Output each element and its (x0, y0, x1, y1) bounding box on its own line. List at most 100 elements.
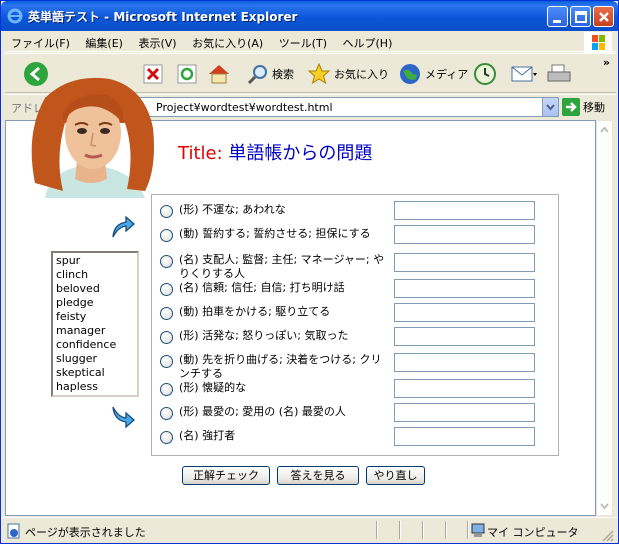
answer-input[interactable] (394, 253, 535, 272)
avatar (31, 77, 155, 198)
answer-input[interactable] (394, 427, 535, 446)
answer-input[interactable] (394, 225, 535, 244)
word-list-item[interactable]: confidence (56, 338, 134, 352)
status-divider (445, 521, 447, 539)
search-icon (247, 65, 267, 85)
answer-input[interactable] (394, 279, 535, 298)
status-divider (399, 521, 401, 539)
maximize-icon (575, 11, 587, 23)
print-button[interactable] (547, 60, 571, 88)
browser-window: 英単語テスト - Microsoft Internet Explorer ファイ… (0, 0, 619, 544)
mail-button[interactable] (511, 60, 537, 88)
menu-bar: ファイル(F) 編集(E) 表示(V) お気に入り(A) ツール(T) ヘルプ(… (5, 32, 616, 54)
page-icon (7, 523, 20, 539)
word-list-item[interactable]: clinch (56, 268, 134, 282)
question-radio[interactable] (160, 229, 173, 242)
question-radio[interactable] (160, 307, 173, 320)
chevron-down-icon (546, 104, 555, 111)
address-dropdown-button[interactable] (542, 98, 558, 116)
answer-input[interactable] (394, 303, 535, 322)
question-text: (名) 支配人; 監督; 主任; マネージャー; やりくりする人 (179, 253, 385, 280)
question-radio[interactable] (160, 331, 173, 344)
question-radio[interactable] (160, 205, 173, 218)
question-panel: (形) 不運な; あわれな (動) 誓約する; 誓約させる; 担保にする (名)… (151, 194, 559, 456)
show-answers-button[interactable]: 答えを見る (277, 466, 359, 485)
menu-edit[interactable]: 編集(E) (79, 32, 129, 54)
history-icon (474, 63, 496, 85)
close-icon (599, 12, 609, 22)
word-list-item[interactable]: spur (56, 254, 134, 268)
question-text: (名) 信頼; 信任; 自信; 打ち明け話 (179, 281, 345, 294)
go-label: 移動 (583, 101, 605, 114)
go-button[interactable]: 移動 (562, 97, 605, 117)
menu-help[interactable]: ヘルプ(H) (337, 32, 399, 54)
word-list-item[interactable]: pledge (56, 296, 134, 310)
word-list-item[interactable]: hapless (56, 380, 134, 394)
windows-logo-icon (584, 32, 612, 54)
question-radio[interactable] (160, 431, 173, 444)
status-bar: ページが表示されました マイ コンピュータ (1, 517, 618, 543)
status-divider (422, 521, 424, 539)
answer-input[interactable] (394, 327, 535, 346)
title-bar[interactable]: 英単語テスト - Microsoft Internet Explorer (1, 1, 618, 31)
home-icon (209, 65, 229, 84)
page-title-text: 単語帳からの問題 (228, 143, 373, 164)
word-list-item[interactable]: slugger (56, 352, 134, 366)
question-radio[interactable] (160, 283, 173, 296)
menu-file[interactable]: ファイル(F) (5, 32, 76, 54)
question-radio[interactable] (160, 355, 173, 368)
word-list-item[interactable]: feisty (56, 310, 134, 324)
vertical-scrollbar[interactable] (596, 120, 613, 516)
favorites-button[interactable]: お気に入り (307, 60, 389, 88)
question-text: (動) 先を折り曲げる; 決着をつける; クリンチする (179, 353, 382, 380)
toolbar-overflow-chevron[interactable]: » (603, 56, 610, 69)
media-globe-icon (400, 64, 420, 84)
window-title: 英単語テスト - Microsoft Internet Explorer (28, 10, 298, 24)
scroll-up-icon[interactable] (597, 121, 612, 138)
question-radio[interactable] (160, 383, 173, 396)
word-list-item[interactable]: skeptical (56, 366, 134, 380)
word-list-item[interactable]: beloved (56, 282, 134, 296)
question-text: (名) 強打者 (179, 429, 236, 442)
question-text: (動) 誓約する; 誓約させる; 担保にする (179, 227, 371, 240)
menu-favorites[interactable]: お気に入り(A) (186, 32, 269, 54)
computer-icon (471, 523, 485, 537)
menu-tools[interactable]: ツール(T) (273, 32, 333, 54)
refresh-button[interactable] (177, 60, 197, 88)
status-divider (376, 521, 378, 539)
question-text: (形) 活発な; 怒りっぽい; 気取った (179, 329, 349, 342)
answer-input[interactable] (394, 379, 535, 398)
question-radio[interactable] (160, 255, 173, 268)
refresh-icon (177, 64, 197, 84)
media-button[interactable]: メディア (398, 60, 468, 88)
close-button[interactable] (593, 6, 614, 27)
question-radio[interactable] (160, 407, 173, 420)
retry-button[interactable]: やり直し (366, 466, 425, 485)
question-text: (形) 懐疑的な (179, 381, 247, 394)
status-divider (467, 521, 469, 539)
mail-icon (511, 66, 537, 82)
question-text: (動) 拍車をかける; 駆り立てる (179, 305, 331, 318)
history-button[interactable] (473, 60, 497, 88)
word-list[interactable]: spur clinch beloved pledge feisty manage… (51, 251, 139, 397)
minimize-button[interactable] (547, 6, 568, 27)
curved-arrow-down-icon (112, 406, 135, 429)
home-button[interactable] (207, 60, 231, 88)
curved-arrow-up-icon (112, 215, 135, 238)
go-arrow-icon (562, 98, 580, 116)
page-title-prefix: Title: (178, 143, 223, 164)
answer-input[interactable] (394, 403, 535, 422)
word-list-item[interactable]: manager (56, 324, 134, 338)
favorites-label: お気に入り (334, 68, 389, 81)
star-icon (307, 62, 331, 85)
ie-icon (7, 8, 23, 24)
scroll-down-icon[interactable] (597, 498, 612, 515)
answer-input[interactable] (394, 201, 535, 220)
resize-grip-icon[interactable] (601, 529, 615, 543)
maximize-button[interactable] (570, 6, 591, 27)
menu-view[interactable]: 表示(V) (132, 32, 182, 54)
search-button[interactable]: 検索 (247, 60, 294, 88)
question-text: (形) 最愛の; 愛用の (名) 最愛の人 (179, 405, 346, 418)
check-answers-button[interactable]: 正解チェック (182, 466, 270, 485)
answer-input[interactable] (394, 353, 535, 372)
